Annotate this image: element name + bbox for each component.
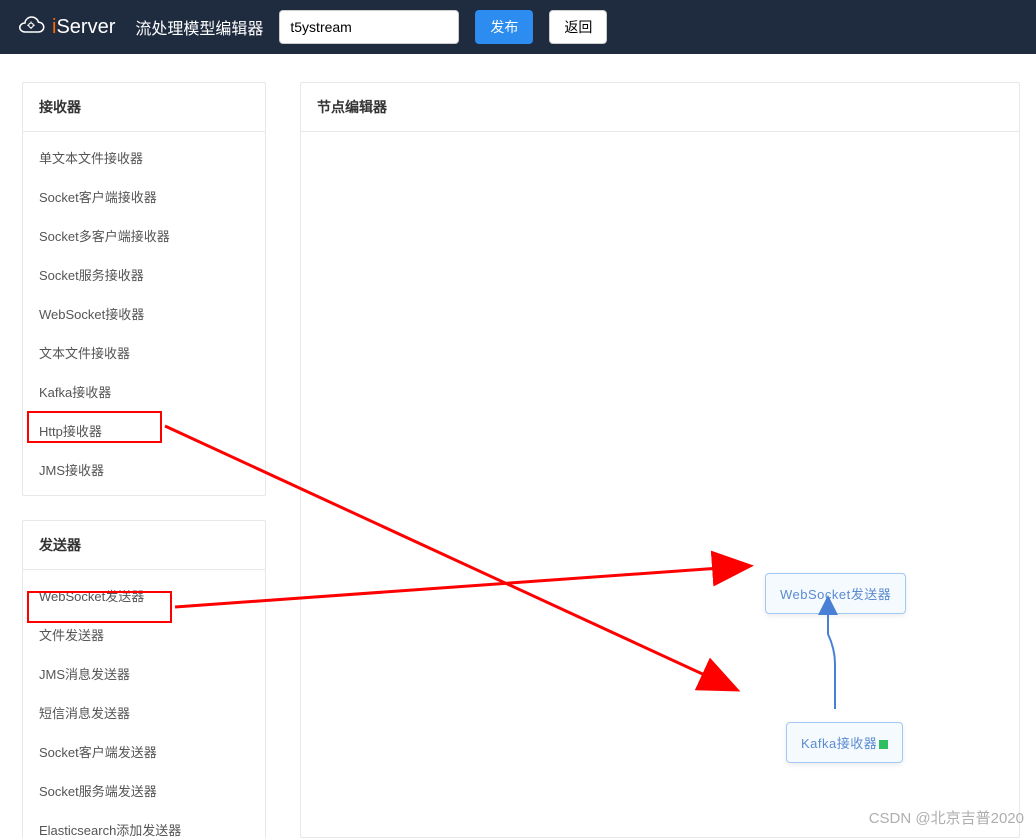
cloud-logo-icon [16,14,46,41]
receiver-item[interactable]: Kafka接收器 [23,372,265,411]
node-websocket-sender[interactable]: WebSocket发送器 [765,573,906,614]
senders-list: WebSocket发送器文件发送器JMS消息发送器短信消息发送器Socket客户… [23,570,265,838]
node-label: Kafka接收器 [801,736,877,751]
receiver-item[interactable]: Socket客户端接收器 [23,177,265,216]
stream-name-input[interactable] [279,10,459,44]
node-editor-title: 节点编辑器 [301,83,1019,132]
editor-main: 节点编辑器 WebSocket发送器 Kafka接收器 [284,54,1036,838]
sender-item[interactable]: Elasticsearch添加发送器 [23,810,265,838]
receiver-item[interactable]: Http接收器 [23,411,265,450]
receiver-item[interactable]: 单文本文件接收器 [23,138,265,177]
receiver-item[interactable]: WebSocket接收器 [23,294,265,333]
receivers-panel: 接收器 单文本文件接收器Socket客户端接收器Socket多客户端接收器Soc… [22,82,266,496]
topbar: iServer 流处理模型编辑器 发布 返回 [0,0,1036,54]
publish-button[interactable]: 发布 [475,10,533,44]
logo: iServer [16,14,115,41]
receivers-panel-title: 接收器 [23,83,265,132]
receiver-item[interactable]: JMS接收器 [23,450,265,489]
node-label: WebSocket发送器 [780,587,891,602]
sender-item[interactable]: JMS消息发送器 [23,654,265,693]
logo-text: iServer [52,16,115,39]
cursor-indicator-icon [879,740,888,749]
node-editor-panel: 节点编辑器 WebSocket发送器 Kafka接收器 [300,82,1020,838]
senders-panel: 发送器 WebSocket发送器文件发送器JMS消息发送器短信消息发送器Sock… [22,520,266,838]
node-kafka-receiver[interactable]: Kafka接收器 [786,722,903,763]
sender-item[interactable]: 短信消息发送器 [23,693,265,732]
sender-item[interactable]: WebSocket发送器 [23,576,265,615]
sender-item[interactable]: 文件发送器 [23,615,265,654]
sidebar[interactable]: 接收器 单文本文件接收器Socket客户端接收器Socket多客户端接收器Soc… [0,54,284,838]
sender-item[interactable]: Socket客户端发送器 [23,732,265,771]
page-title: 流处理模型编辑器 [135,15,263,39]
back-button[interactable]: 返回 [549,10,607,44]
receiver-item[interactable]: Socket服务接收器 [23,255,265,294]
receivers-list: 单文本文件接收器Socket客户端接收器Socket多客户端接收器Socket服… [23,132,265,495]
receiver-item[interactable]: 文本文件接收器 [23,333,265,372]
content-area: 接收器 单文本文件接收器Socket客户端接收器Socket多客户端接收器Soc… [0,54,1036,838]
sender-item[interactable]: Socket服务端发送器 [23,771,265,810]
receiver-item[interactable]: Socket多客户端接收器 [23,216,265,255]
senders-panel-title: 发送器 [23,521,265,570]
